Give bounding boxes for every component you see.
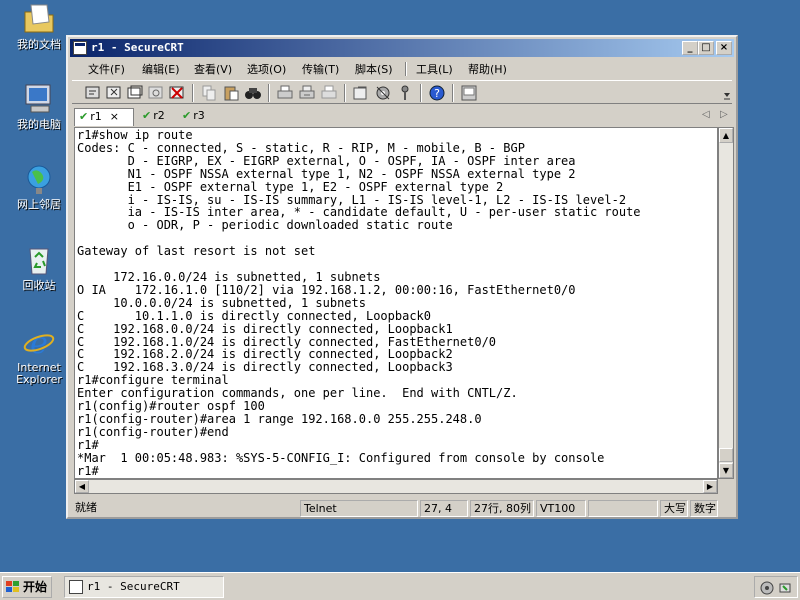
windows-flag-icon — [6, 581, 19, 592]
scroll-left-icon[interactable]: ◀ — [75, 480, 89, 493]
status-ready: 就绪 — [75, 501, 97, 514]
desktop-icon-recycle-bin[interactable]: 回收站 — [6, 243, 72, 292]
keymap-icon[interactable] — [396, 84, 414, 102]
tab-scroll-left-icon[interactable]: ◁ — [702, 109, 710, 120]
taskbar: 开始 r1 - SecureCRT — [0, 572, 800, 600]
status-cursor: 27, 4 — [420, 500, 468, 517]
tab-label: r1 — [90, 110, 102, 123]
close-button[interactable]: × — [716, 41, 732, 55]
network-icon — [27, 165, 51, 194]
maximize-button[interactable]: □ — [698, 41, 714, 55]
connected-check-icon: ✔ — [142, 109, 152, 122]
status-bar: 就绪 Telnet 27, 4 27行, 80列 VT100 大写 数字 — [72, 498, 732, 518]
toolbar: ? — [72, 80, 732, 104]
desktop-icon-label: Internet Explorer — [16, 361, 62, 386]
title-bar[interactable]: r1 - SecureCRT _ □ × — [70, 39, 734, 57]
computer-icon — [25, 84, 51, 113]
toolbar-separator — [452, 84, 454, 102]
tab-close-icon[interactable]: × — [110, 110, 119, 123]
print-icon[interactable] — [276, 84, 294, 102]
disconnect-icon[interactable] — [168, 84, 186, 102]
print-selection-icon[interactable] — [298, 84, 316, 102]
folder-icon — [24, 4, 54, 33]
help-icon[interactable]: ? — [428, 84, 446, 102]
menu-transfer[interactable]: 传输(T) — [302, 61, 339, 77]
status-protocol: Telnet — [300, 500, 418, 517]
tab-r1[interactable]: ✔ r1 × — [74, 108, 134, 126]
svg-text:?: ? — [434, 87, 440, 100]
about-icon[interactable] — [460, 84, 478, 102]
session-options-icon[interactable] — [352, 84, 370, 102]
tray-volume-icon[interactable] — [778, 580, 794, 596]
menu-bar: 文件(F) 编辑(E) 查看(V) 选项(O) 传输(T) 脚本(S) 工具(L… — [72, 59, 732, 79]
tab-label: r2 — [153, 109, 165, 122]
desktop-icon-label: 回收站 — [22, 279, 56, 292]
toolbar-separator — [344, 84, 346, 102]
status-num: 数字 — [690, 500, 718, 517]
toolbar-separator — [192, 84, 194, 102]
toolbar-separator — [268, 84, 270, 102]
connect-icon[interactable] — [84, 84, 102, 102]
tray-network-icon[interactable] — [759, 580, 775, 596]
desktop-icon-label: 我的文档 — [17, 38, 61, 51]
taskbar-item-label: r1 - SecureCRT — [87, 580, 180, 593]
taskbar-item-securecrt[interactable]: r1 - SecureCRT — [64, 576, 224, 598]
app-icon — [69, 580, 83, 594]
tab-scroll-right-icon[interactable]: ▷ — [720, 109, 728, 120]
printer-setup-icon[interactable] — [320, 84, 338, 102]
tab-r2[interactable]: ✔ r2 — [138, 108, 174, 126]
toolbar-separator — [420, 84, 422, 102]
paste-icon[interactable] — [222, 84, 240, 102]
menu-separator — [405, 62, 407, 76]
scroll-down-icon[interactable]: ▼ — [719, 463, 733, 478]
horizontal-scrollbar[interactable]: ◀ ▶ — [74, 479, 718, 494]
scroll-thumb[interactable] — [719, 448, 733, 462]
session-tabs: ✔ r1 × ✔ r2 ✔ r3 ◁ ▷ — [72, 106, 732, 126]
desktop-icon-label: 网上邻居 — [17, 198, 61, 211]
minimize-button[interactable]: _ — [682, 41, 698, 55]
toolbar-overflow-icon[interactable] — [718, 84, 736, 102]
menu-edit[interactable]: 编辑(E) — [142, 61, 180, 77]
svg-text:e: e — [30, 326, 48, 359]
terminal-view[interactable]: r1#show ip route Codes: C - connected, S… — [74, 127, 718, 479]
window-title: r1 - SecureCRT — [91, 41, 184, 54]
status-terminal: VT100 — [536, 500, 586, 517]
quick-connect-icon[interactable] — [105, 84, 123, 102]
find-icon[interactable] — [244, 84, 262, 102]
status-empty — [588, 500, 658, 517]
scroll-right-icon[interactable]: ▶ — [703, 480, 717, 493]
desktop-icon-label: 我的电脑 — [17, 118, 61, 131]
connect-tab-icon[interactable] — [126, 84, 144, 102]
connected-check-icon: ✔ — [182, 109, 192, 122]
global-options-icon[interactable] — [374, 84, 392, 102]
desktop-icon-my-computer[interactable]: 我的电脑 — [6, 82, 72, 131]
menu-tools[interactable]: 工具(L) — [416, 61, 453, 77]
status-size: 27行, 80列 — [470, 500, 534, 517]
scroll-up-icon[interactable]: ▲ — [719, 128, 733, 143]
desktop-icon-network[interactable]: 网上邻居 — [6, 162, 72, 211]
copy-icon[interactable] — [200, 84, 218, 102]
app-icon — [73, 41, 87, 55]
reconnect-icon[interactable] — [147, 84, 165, 102]
connected-check-icon: ✔ — [79, 110, 89, 123]
tab-label: r3 — [193, 109, 205, 122]
start-label: 开始 — [23, 580, 48, 594]
desktop-icon-internet-explorer[interactable]: e Internet Explorer — [6, 325, 72, 386]
recycle-bin-icon — [29, 248, 49, 275]
menu-script[interactable]: 脚本(S) — [355, 61, 393, 77]
tab-r3[interactable]: ✔ r3 — [178, 108, 214, 126]
system-tray — [754, 576, 798, 598]
menu-help[interactable]: 帮助(H) — [468, 61, 507, 77]
menu-options[interactable]: 选项(O) — [247, 61, 286, 77]
start-button[interactable]: 开始 — [2, 576, 52, 598]
desktop-icon-my-documents[interactable]: 我的文档 — [6, 2, 72, 51]
status-caps: 大写 — [660, 500, 688, 517]
menu-view[interactable]: 查看(V) — [194, 61, 232, 77]
terminal-output: r1#show ip route Codes: C - connected, S… — [77, 128, 641, 478]
securecrt-window: r1 - SecureCRT _ □ × 文件(F) 编辑(E) 查看(V) 选… — [66, 35, 738, 519]
ie-icon: e — [23, 326, 55, 359]
menu-file[interactable]: 文件(F) — [88, 61, 125, 77]
vertical-scrollbar[interactable]: ▲ ▼ — [718, 127, 734, 479]
